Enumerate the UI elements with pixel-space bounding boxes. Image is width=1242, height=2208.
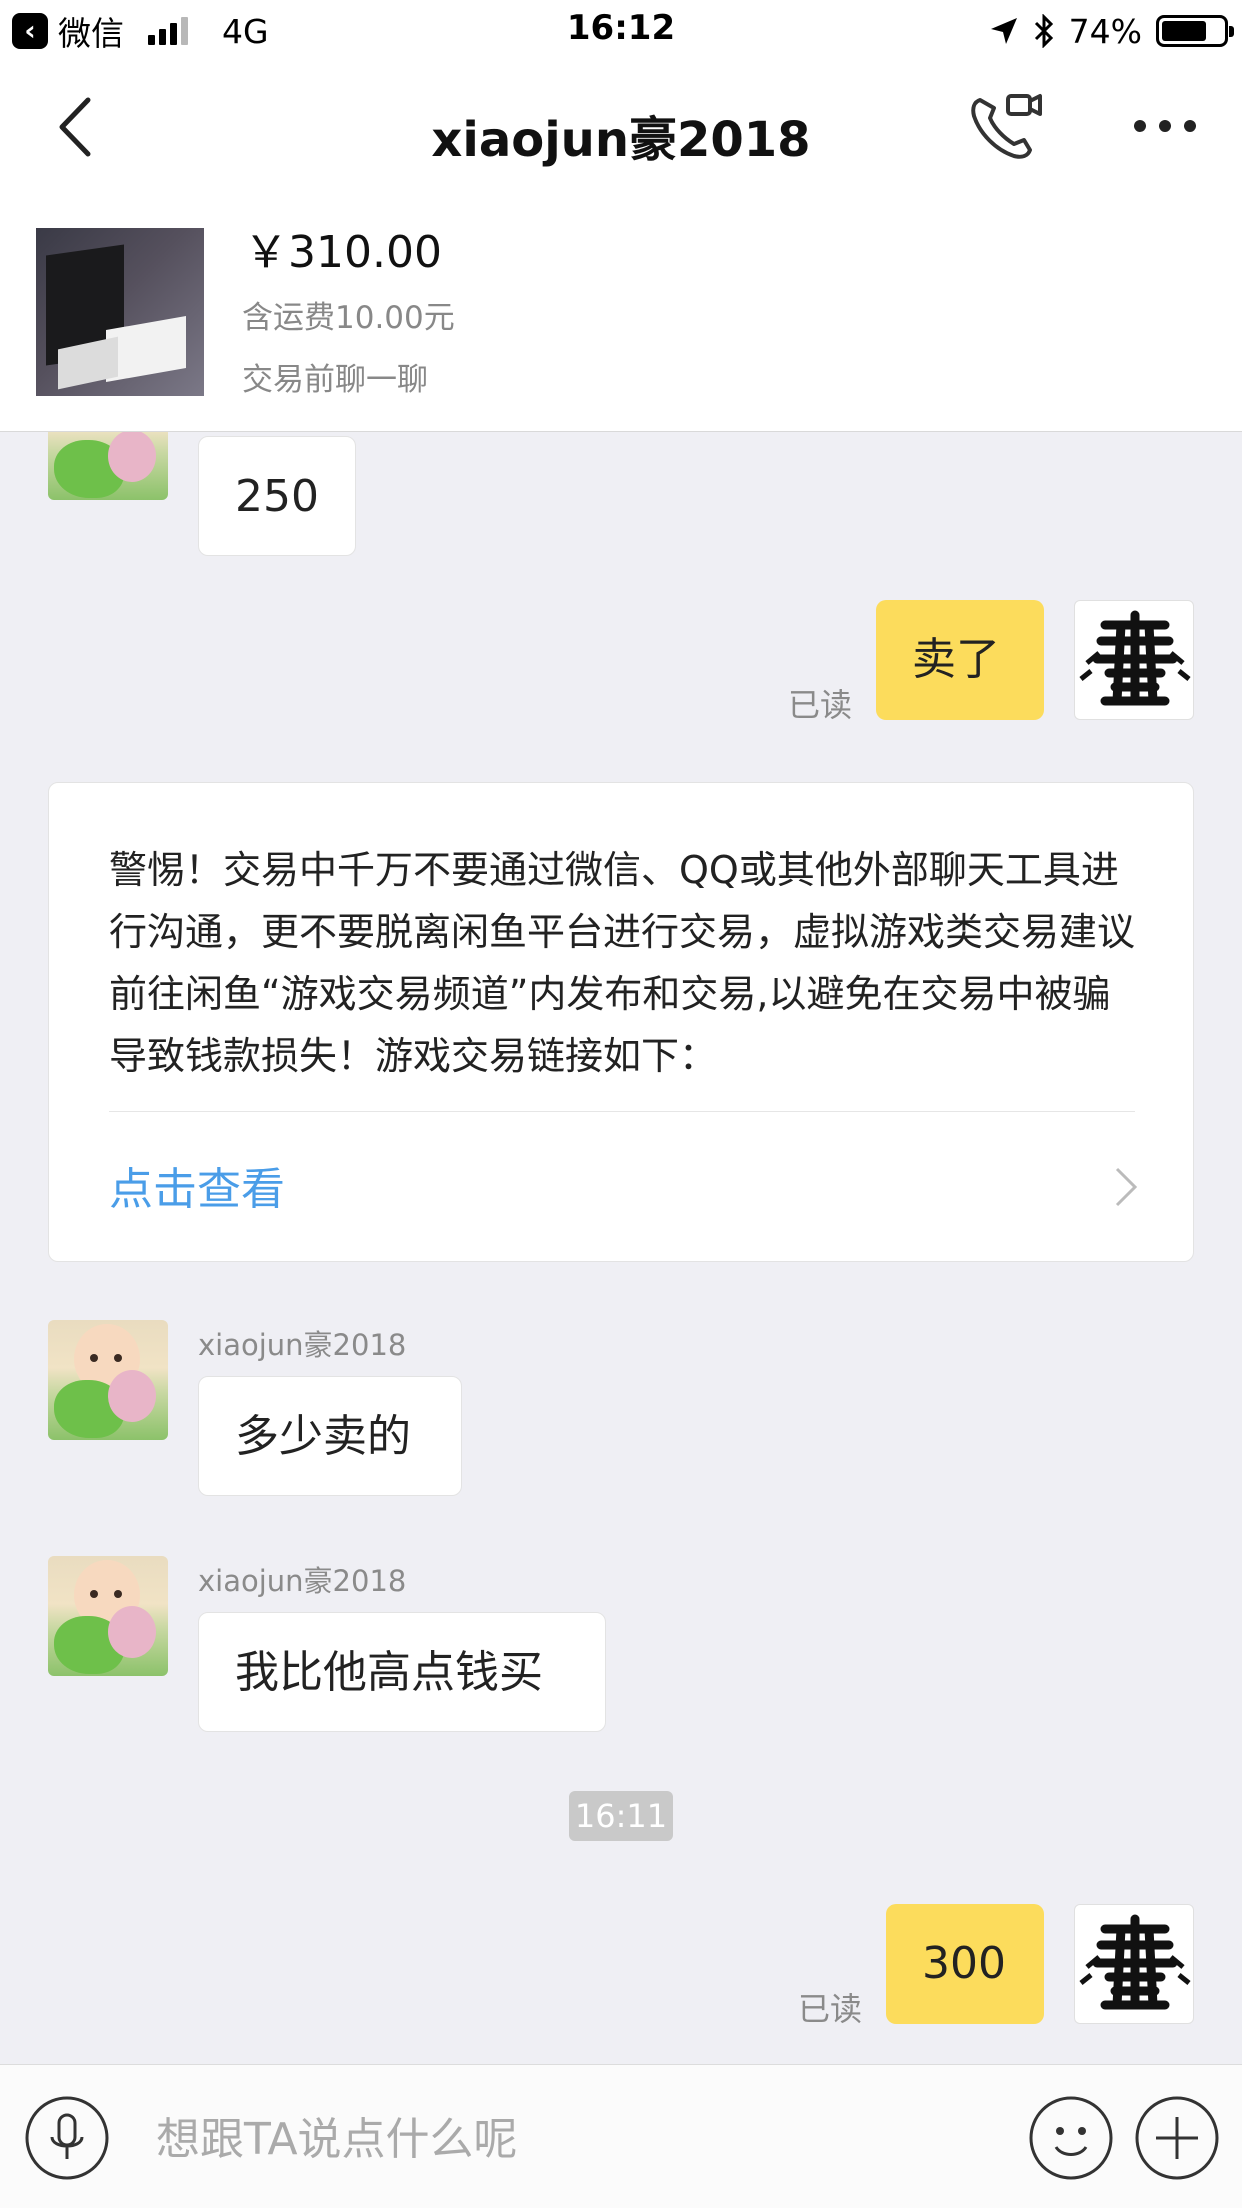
view-link[interactable]: 点击查看 <box>109 1153 285 1217</box>
seal-avatar-image <box>1079 610 1191 706</box>
sender-name: xiaojun豪2018 <box>198 1564 407 1598</box>
chat-title: xiaojun豪2018 <box>431 112 811 168</box>
item-card[interactable]: ￥310.00 含运费10.00元 交易前聊一聊 <box>0 192 1242 432</box>
avatar[interactable] <box>1074 600 1194 720</box>
battery-percent: 74% <box>1068 11 1142 51</box>
message-timestamp: 16:11 <box>569 1791 673 1841</box>
emoji-icon[interactable] <box>1028 2095 1114 2181</box>
microphone-icon[interactable] <box>24 2095 110 2181</box>
status-bar: ‹ 微信 4G 16:12 74% <box>0 0 1242 62</box>
sender-name: xiaojun豪2018 <box>198 1328 407 1362</box>
item-thumbnail[interactable] <box>36 228 204 396</box>
safety-notice-text: 警惕！交易中千万不要通过微信、QQ或其他外部聊天工具进行沟通，更不要脱离闲鱼平台… <box>109 848 1136 1078</box>
avatar[interactable] <box>48 1556 168 1676</box>
input-bar: 想跟TA说点什么呢 <box>0 2064 1242 2208</box>
chat-history[interactable]: 250 已读 卖了 警惕！交易中千万不要通过微信、QQ或其他外部聊天工具进行沟通… <box>0 432 1242 2064</box>
battery-icon <box>1156 15 1234 47</box>
item-shipping: 含运费10.00元 <box>242 300 455 336</box>
message-bubble-received[interactable]: 我比他高点钱买 <box>198 1612 606 1732</box>
more-dots-icon[interactable] <box>1130 112 1200 140</box>
avatar[interactable] <box>48 1320 168 1440</box>
message-bubble-received[interactable]: 多少卖的 <box>198 1376 462 1496</box>
avatar[interactable] <box>1074 1904 1194 2024</box>
read-receipt: 已读 <box>798 1990 863 2028</box>
bluetooth-icon <box>1034 14 1053 48</box>
plus-icon[interactable] <box>1134 2095 1220 2181</box>
message-bubble-sent[interactable]: 卖了 <box>876 600 1044 720</box>
message-input[interactable]: 想跟TA说点什么呢 <box>156 2103 518 2167</box>
location-arrow-icon <box>990 18 1017 44</box>
video-call-icon[interactable] <box>968 90 1044 162</box>
message-bubble-sent[interactable]: 300 <box>886 1904 1044 2024</box>
divider <box>109 1111 1135 1112</box>
message-bubble-received[interactable]: 250 <box>198 436 356 556</box>
seal-avatar-image <box>1079 1914 1191 2010</box>
item-subtitle: 交易前聊一聊 <box>242 362 428 398</box>
avatar[interactable] <box>48 432 168 500</box>
status-right: 74% <box>989 10 1234 52</box>
nav-bar: xiaojun豪2018 <box>0 62 1242 192</box>
read-receipt: 已读 <box>788 686 853 724</box>
safety-notice-card: 警惕！交易中千万不要通过微信、QQ或其他外部聊天工具进行沟通，更不要脱离闲鱼平台… <box>48 782 1194 1262</box>
item-price: ￥310.00 <box>244 227 442 278</box>
chevron-right-icon[interactable] <box>1113 1165 1139 1209</box>
